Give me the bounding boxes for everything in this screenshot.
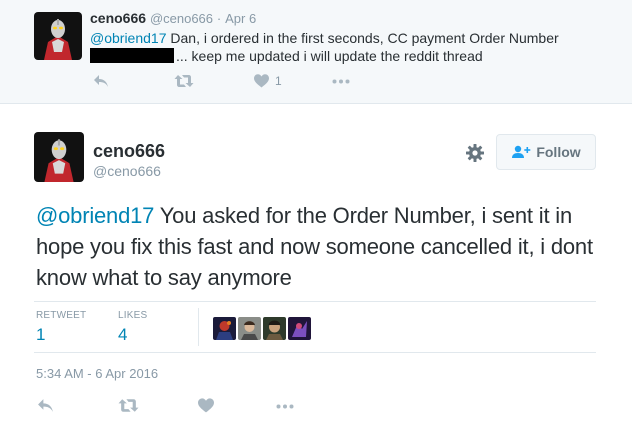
display-name[interactable]: ceno666 bbox=[90, 10, 146, 26]
reply-icon bbox=[38, 399, 53, 412]
separator: · bbox=[216, 11, 222, 26]
retweet-button[interactable] bbox=[118, 398, 139, 413]
retweet-icon bbox=[118, 399, 139, 412]
tweet-timestamp[interactable]: 5:34 AM - 6 Apr 2016 bbox=[36, 366, 158, 381]
tweet-date[interactable]: Apr 6 bbox=[225, 11, 256, 26]
like-button[interactable]: 1 bbox=[254, 74, 282, 88]
mention-link[interactable]: @obriend17 bbox=[36, 203, 154, 228]
retweet-count: 1 bbox=[36, 325, 46, 344]
tweet-text-line1: Dan, i ordered in the first seconds, CC … bbox=[166, 30, 559, 46]
liker-avatar[interactable] bbox=[288, 317, 311, 340]
heart-icon bbox=[254, 74, 269, 88]
parent-tweet[interactable]: ceno666 @ceno666 · Apr 6 @obriend17 Dan,… bbox=[0, 0, 632, 104]
tweet-text-line2: ... keep me updated i will update the re… bbox=[176, 48, 483, 64]
liker-avatar[interactable] bbox=[238, 317, 261, 340]
more-button[interactable] bbox=[276, 404, 294, 409]
gear-icon bbox=[466, 144, 484, 162]
more-icon bbox=[276, 404, 294, 409]
handle[interactable]: @ceno666 bbox=[150, 11, 213, 26]
tweet-header: ceno666 @ceno666 · Apr 6 bbox=[90, 10, 256, 26]
retweet-stat[interactable]: RETWEET 1 bbox=[36, 310, 86, 345]
retweet-button[interactable] bbox=[174, 74, 194, 88]
follow-label: Follow bbox=[536, 144, 581, 160]
like-button[interactable] bbox=[198, 398, 214, 413]
reply-icon bbox=[94, 75, 108, 87]
reply-button[interactable] bbox=[37, 398, 54, 413]
liker-avatars bbox=[213, 317, 311, 340]
handle[interactable]: @ceno666 bbox=[93, 163, 161, 179]
tweet-text: @obriend17 Dan, i ordered in the first s… bbox=[90, 29, 610, 65]
follow-button[interactable]: Follow bbox=[496, 134, 596, 170]
heart-icon bbox=[198, 398, 214, 413]
tweet-text: @obriend17 You asked for the Order Numbe… bbox=[36, 200, 606, 293]
tweet-actions bbox=[36, 398, 336, 418]
divider bbox=[34, 301, 596, 302]
settings-button[interactable] bbox=[465, 143, 485, 163]
retweet-icon bbox=[174, 75, 194, 87]
likes-label: LIKES bbox=[118, 310, 148, 321]
likes-count: 4 bbox=[118, 325, 128, 344]
mention-link[interactable]: @obriend17 bbox=[90, 30, 167, 46]
divider bbox=[198, 308, 199, 346]
retweet-label: RETWEET bbox=[36, 310, 87, 321]
avatar[interactable] bbox=[34, 12, 82, 60]
avatar[interactable] bbox=[34, 132, 84, 182]
liker-avatar[interactable] bbox=[263, 317, 286, 340]
likes-stat[interactable]: LIKES 4 bbox=[118, 310, 147, 345]
more-button[interactable] bbox=[332, 79, 350, 84]
like-count: 1 bbox=[275, 74, 282, 88]
more-icon bbox=[332, 79, 350, 84]
tweet-actions: 1 bbox=[90, 74, 390, 92]
display-name[interactable]: ceno666 bbox=[93, 141, 165, 162]
reply-button[interactable] bbox=[93, 74, 109, 88]
divider bbox=[34, 352, 596, 353]
liker-avatar[interactable] bbox=[213, 317, 236, 340]
redaction-bar bbox=[90, 48, 174, 63]
add-user-icon bbox=[512, 145, 531, 158]
